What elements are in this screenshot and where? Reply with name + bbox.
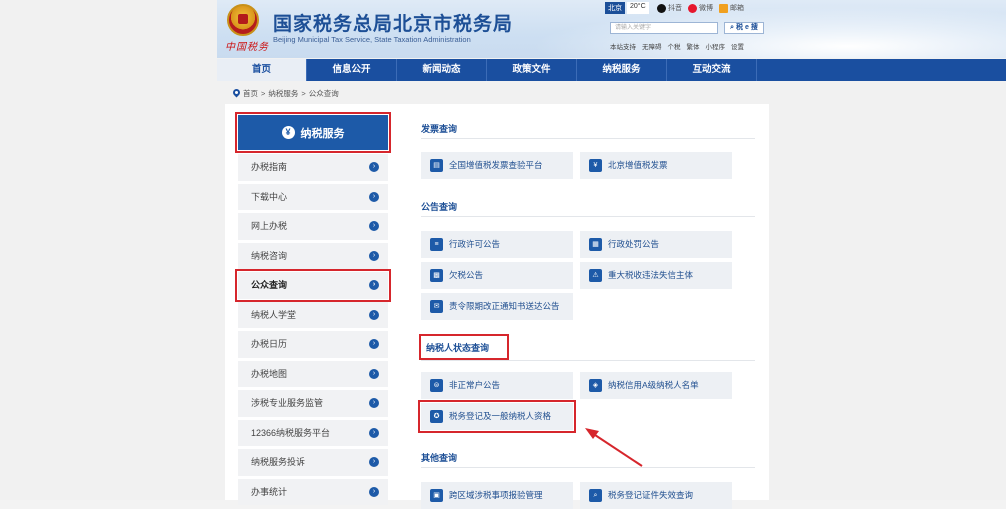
breadcrumb-current: 公众查询 <box>308 89 339 98</box>
nav-interaction[interactable]: 互动交流 <box>667 59 757 81</box>
top-link[interactable]: 无障碍 <box>642 41 662 51</box>
main-panel: ¥ 纳税服务 办税指南 › 下载中心 › 网上办税 › 纳税咨询 › 公众查询 › 纳税人… <box>225 104 769 509</box>
breadcrumb-home[interactable]: 首页 <box>243 88 258 99</box>
top-link[interactable]: 个税 <box>668 41 681 51</box>
site-subtitle: Beijing Municipal Tax Service, State Tax… <box>273 35 471 44</box>
social-douyin[interactable]: 抖音 <box>657 3 682 13</box>
top-link[interactable]: 本站支持 <box>610 41 636 51</box>
breadcrumb: 首页 > 纳税服务 > 公众查询 <box>233 88 339 99</box>
breadcrumb-tax-service[interactable]: 纳税服务 <box>268 88 298 99</box>
page-background: 中国税务 国家税务总局北京市税务局 Beijing Municipal Tax … <box>0 0 1006 509</box>
header-tools: 北京 20°C 抖音 微博 邮箱 请输入关键字 ⌕ 税 e 搜 本站支持 无障碍… <box>605 2 1005 58</box>
site-header: 中国税务 国家税务总局北京市税务局 Beijing Municipal Tax … <box>217 0 1006 58</box>
nav-policy[interactable]: 政策文件 <box>487 59 577 81</box>
annotation-arrow <box>585 428 643 467</box>
nav-tax-service[interactable]: 纳税服务 <box>577 59 667 81</box>
weather-temp: 20°C <box>627 2 649 14</box>
site-title[interactable]: 国家税务总局北京市税务局 <box>273 9 513 36</box>
social-mail[interactable]: 邮箱 <box>719 3 744 13</box>
breadcrumb-sep: > <box>301 89 306 98</box>
pin-icon <box>233 89 240 98</box>
nav-home[interactable]: 首页 <box>217 59 307 81</box>
social-weibo[interactable]: 微博 <box>688 3 713 13</box>
weibo-icon <box>688 3 697 13</box>
emblem-icon[interactable] <box>227 4 259 36</box>
top-links: 本站支持 无障碍 个税 繁体 小程序 设置 <box>610 41 744 51</box>
site-container: 中国税务 国家税务总局北京市税务局 Beijing Municipal Tax … <box>217 0 1006 509</box>
top-link[interactable]: 小程序 <box>706 41 726 51</box>
mail-icon <box>719 3 728 13</box>
search-button[interactable]: ⌕ 税 e 搜 <box>724 22 764 34</box>
breadcrumb-sep: > <box>261 89 266 98</box>
weather-city: 北京 <box>605 2 625 14</box>
main-nav: 首页 信息公开 新闻动态 政策文件 纳税服务 互动交流 <box>217 59 1006 81</box>
top-link[interactable]: 设置 <box>731 41 744 51</box>
social-links: 抖音 微博 邮箱 <box>657 3 744 13</box>
search-input[interactable]: 请输入关键字 <box>610 22 718 34</box>
nav-news[interactable]: 新闻动态 <box>397 59 487 81</box>
nav-info-public[interactable]: 信息公开 <box>307 59 397 81</box>
seal-text: 中国税务 <box>225 42 269 53</box>
top-link[interactable]: 繁体 <box>687 41 700 51</box>
weather-widget: 北京 20°C <box>605 2 649 14</box>
douyin-icon <box>657 3 666 13</box>
